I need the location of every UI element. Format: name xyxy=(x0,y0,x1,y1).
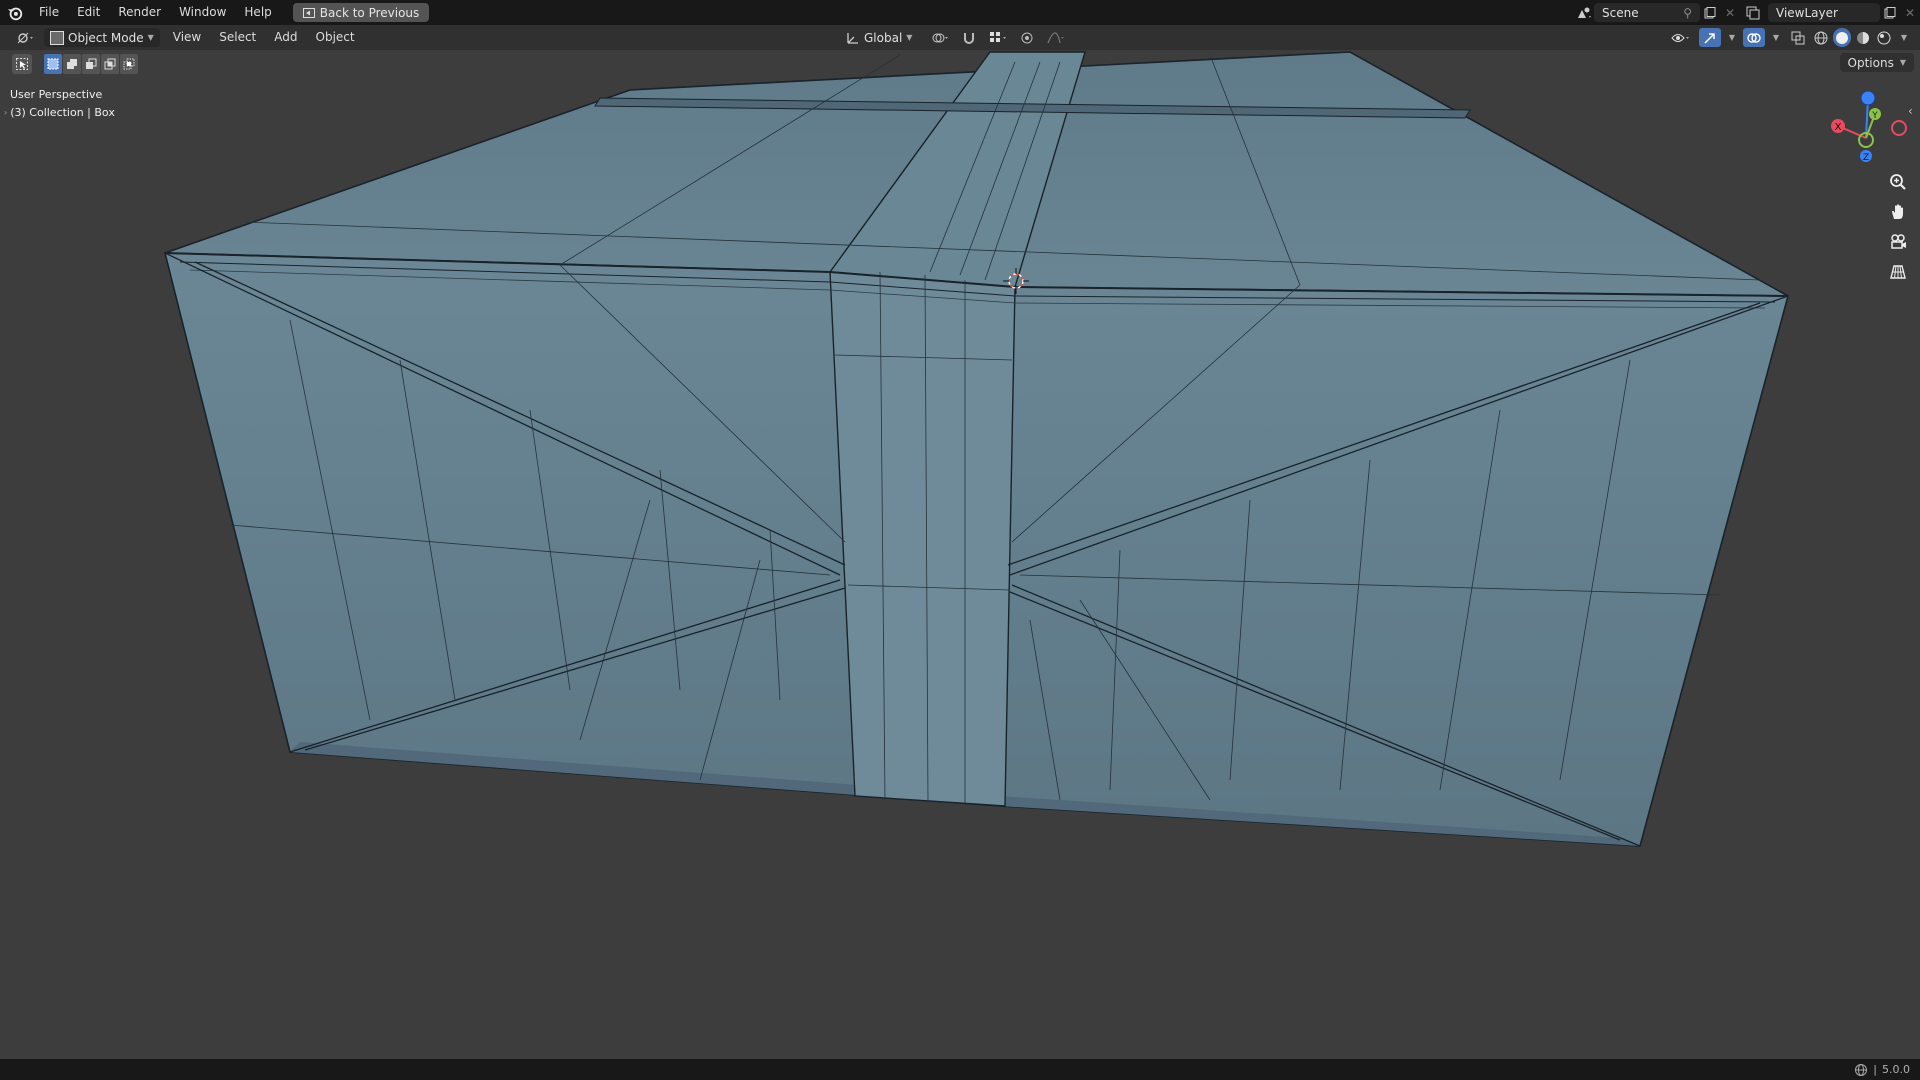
options-label: Options xyxy=(1847,55,1894,70)
selection-extend-button[interactable] xyxy=(63,54,81,74)
selection-mode-group xyxy=(44,54,138,74)
object-mode-label: Object Mode xyxy=(68,30,144,45)
viewlayer-name-field[interactable]: ViewLayer xyxy=(1768,3,1880,22)
object-mode-icon xyxy=(50,30,64,45)
menu-edit[interactable]: Edit xyxy=(68,0,109,25)
select-tool-button[interactable] xyxy=(12,54,32,74)
menu-object[interactable]: Object xyxy=(307,25,364,50)
orientation-label: Global xyxy=(864,30,903,45)
delete-scene-icon[interactable]: ✕ xyxy=(1720,3,1740,22)
overlays-toggle-icon[interactable] xyxy=(1743,28,1765,47)
collection-label: (3) Collection | Box xyxy=(10,106,115,119)
gizmo-x-neg-icon[interactable] xyxy=(1891,120,1907,136)
perspective-grid-icon[interactable] xyxy=(1886,260,1910,284)
pan-hand-icon[interactable] xyxy=(1886,200,1910,224)
chevron-down-icon: ▼ xyxy=(906,33,913,42)
snap-toggle-icon[interactable] xyxy=(958,28,980,47)
zoom-icon[interactable] xyxy=(1886,170,1910,194)
back-to-previous-button[interactable]: Back to Previous xyxy=(292,3,430,22)
menu-add[interactable]: Add xyxy=(265,25,306,50)
select-intersect-icon xyxy=(123,58,135,70)
screen-back-icon xyxy=(302,7,315,18)
gizmo-dropdown-icon[interactable]: ▼ xyxy=(1724,28,1740,47)
viewlayer-browse-icon[interactable] xyxy=(1740,3,1768,22)
navigation-gizmo[interactable]: X Y Z xyxy=(1820,82,1920,174)
gizmo-x-label: X xyxy=(1835,122,1842,133)
chevron-right-icon[interactable]: › xyxy=(4,104,7,122)
viewport-header: Object Mode ▼ View Select Add Object Glo… xyxy=(0,25,1920,50)
overlays-dropdown-icon[interactable]: ▼ xyxy=(1768,28,1784,47)
blender-logo-icon[interactable] xyxy=(6,4,24,22)
chevron-down-icon: ▼ xyxy=(147,33,154,42)
select-subtract-icon xyxy=(86,58,97,69)
selection-intersect-button[interactable] xyxy=(120,54,138,74)
shading-material-icon[interactable] xyxy=(1854,28,1872,47)
version-label: 5.0.0 xyxy=(1882,1063,1910,1076)
cursor-arrow-icon xyxy=(16,58,28,70)
shading-solid-icon[interactable] xyxy=(1833,28,1851,47)
shading-rendered-icon[interactable] xyxy=(1875,28,1893,47)
tool-settings-row xyxy=(12,53,138,75)
menu-view[interactable]: View xyxy=(164,25,210,50)
menu-window[interactable]: Window xyxy=(170,0,235,25)
select-difference-icon xyxy=(104,58,116,70)
back-to-previous-label: Back to Previous xyxy=(319,5,420,20)
selection-new-button[interactable] xyxy=(44,54,62,74)
editor-type-icon[interactable] xyxy=(10,28,40,47)
snap-target-icon[interactable] xyxy=(984,28,1012,47)
camera-view-icon[interactable] xyxy=(1886,230,1910,254)
gizmo-y-label: Y xyxy=(1871,111,1878,121)
scene-browse-icon[interactable] xyxy=(1574,3,1594,22)
selection-subtract-button[interactable] xyxy=(82,54,100,74)
orientation-axes-icon xyxy=(847,32,858,44)
status-separator: | xyxy=(1873,1063,1877,1076)
pin-icon[interactable]: ⚲ xyxy=(1683,6,1692,20)
top-menu-bar: File Edit Render Window Help Back to Pre… xyxy=(0,0,1920,25)
proportional-editing-icon[interactable] xyxy=(1016,28,1038,47)
chevron-down-icon: ▼ xyxy=(1899,58,1906,67)
shading-dropdown-icon[interactable]: ▼ xyxy=(1896,28,1912,47)
xray-toggle-icon[interactable] xyxy=(1787,28,1809,47)
scene-name-value: Scene xyxy=(1602,5,1639,20)
select-extend-icon xyxy=(67,59,77,69)
navigation-buttons xyxy=(1886,170,1910,284)
sidebar-toggle-icon[interactable]: ‹ xyxy=(1908,104,1918,118)
scene-name-field[interactable]: Scene ⚲ xyxy=(1594,3,1700,22)
falloff-curve-icon[interactable] xyxy=(1042,28,1070,47)
object-mode-dropdown[interactable]: Object Mode ▼ xyxy=(44,28,160,47)
collection-info: › (3) Collection | Box xyxy=(4,104,115,122)
menu-help[interactable]: Help xyxy=(235,0,280,25)
viewport-overlay-text: User Perspective › (3) Collection | Box xyxy=(4,86,115,122)
menu-render[interactable]: Render xyxy=(109,0,170,25)
selection-difference-button[interactable] xyxy=(101,54,119,74)
transform-orientation-dropdown[interactable]: Global ▼ xyxy=(840,28,918,47)
shading-wireframe-icon[interactable] xyxy=(1812,28,1830,47)
new-viewlayer-icon[interactable] xyxy=(1880,3,1900,22)
select-new-icon xyxy=(47,58,59,70)
gizmo-z-label: Z xyxy=(1863,153,1869,163)
view-perspective-label: User Perspective xyxy=(10,88,103,101)
status-bar: | 5.0.0 xyxy=(0,1059,1920,1080)
visibility-icon[interactable] xyxy=(1666,28,1696,47)
box-mesh[interactable] xyxy=(163,51,1790,847)
box-mesh-viewport xyxy=(163,51,1790,847)
viewlayer-name-value: ViewLayer xyxy=(1776,5,1838,20)
gizmo-z-pos-icon[interactable] xyxy=(1860,90,1876,106)
menu-file[interactable]: File xyxy=(30,0,68,25)
globe-icon xyxy=(1855,1063,1868,1076)
options-dropdown[interactable]: Options ▼ xyxy=(1839,53,1914,72)
pivot-point-icon[interactable] xyxy=(926,28,954,47)
menu-select[interactable]: Select xyxy=(210,25,265,50)
gizmo-toggle-icon[interactable] xyxy=(1699,28,1721,47)
delete-viewlayer-icon[interactable]: ✕ xyxy=(1900,3,1920,22)
new-scene-icon[interactable] xyxy=(1700,3,1720,22)
